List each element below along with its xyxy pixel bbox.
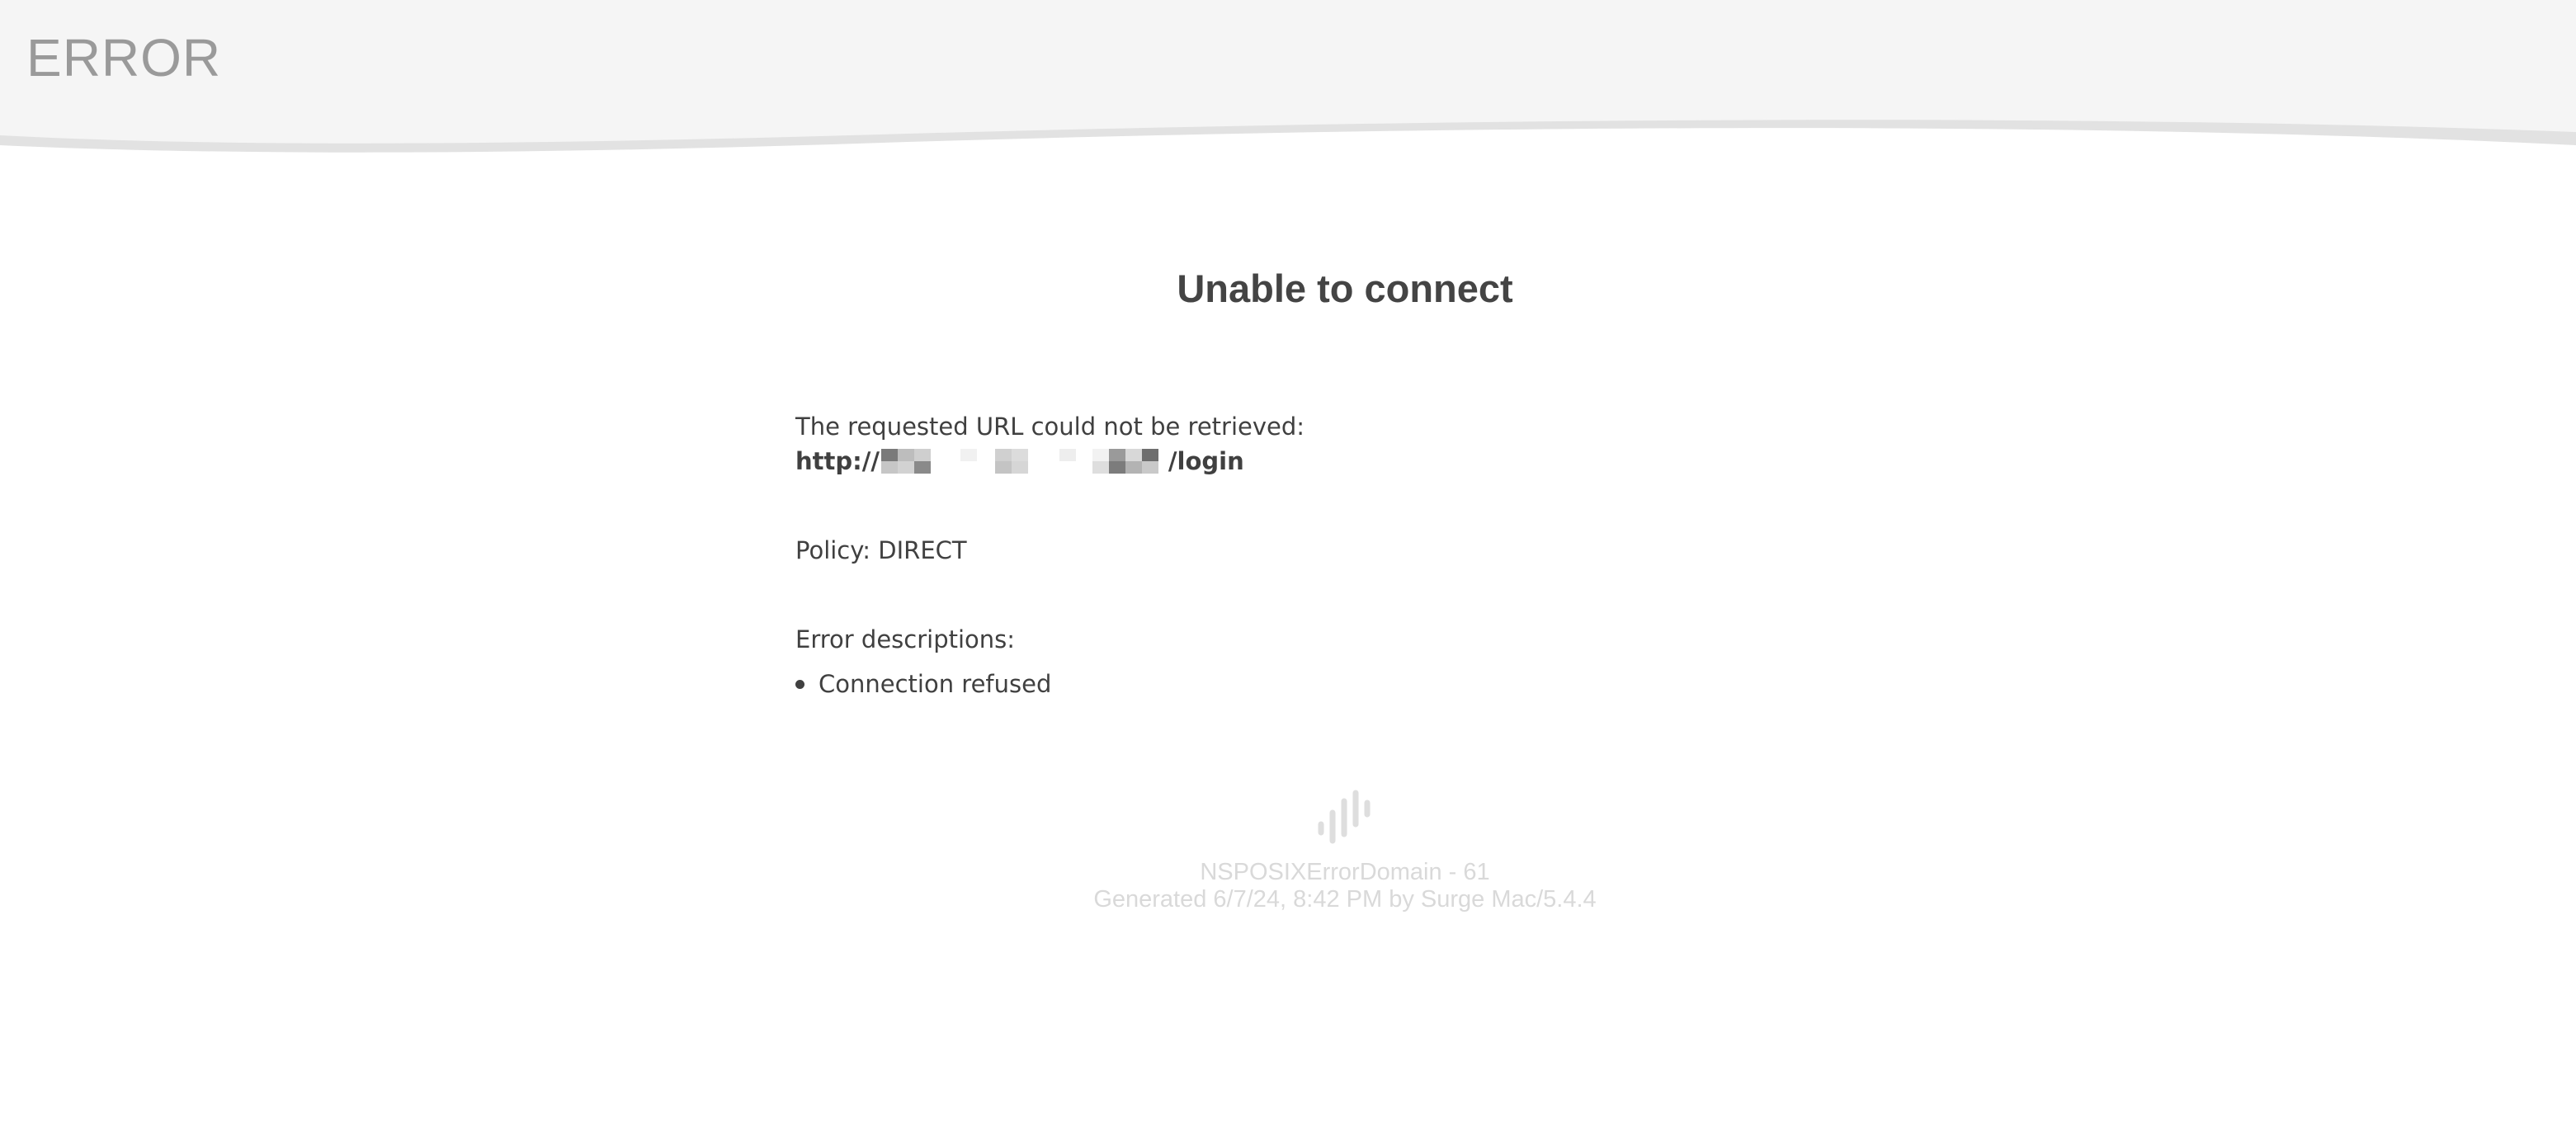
requested-url: http:// /login bbox=[795, 444, 1868, 479]
page-footer: NSPOSIXErrorDomain - 61 Generated 6/7/24… bbox=[0, 788, 2576, 913]
page-title: Unable to connect bbox=[1177, 266, 1513, 310]
surge-logo-icon bbox=[1318, 790, 1371, 844]
header-wave-background bbox=[0, 0, 2576, 153]
generated-text: Generated 6/7/24, 8:42 PM by Surge Mac/5… bbox=[1093, 886, 1597, 913]
error-domain-text: NSPOSIXErrorDomain - 61 bbox=[1200, 859, 1490, 885]
bullet-icon bbox=[795, 680, 804, 689]
url-suffix: /login bbox=[1168, 447, 1244, 475]
header-title: ERROR bbox=[26, 28, 222, 87]
url-prefix: http:// bbox=[795, 447, 880, 475]
policy-text: Policy: DIRECT bbox=[795, 536, 967, 564]
url-label: The requested URL could not be retrieved… bbox=[795, 413, 1305, 441]
error-details: The requested URL could not be retrieved… bbox=[795, 409, 1868, 701]
redacted-host bbox=[880, 449, 1158, 474]
page-header: ERROR bbox=[0, 0, 2576, 173]
error-description: Connection refused bbox=[819, 670, 1052, 698]
list-item: Connection refused bbox=[795, 667, 1868, 701]
error-list: Connection refused bbox=[795, 667, 1868, 701]
error-descriptions-label: Error descriptions: bbox=[795, 625, 1016, 653]
